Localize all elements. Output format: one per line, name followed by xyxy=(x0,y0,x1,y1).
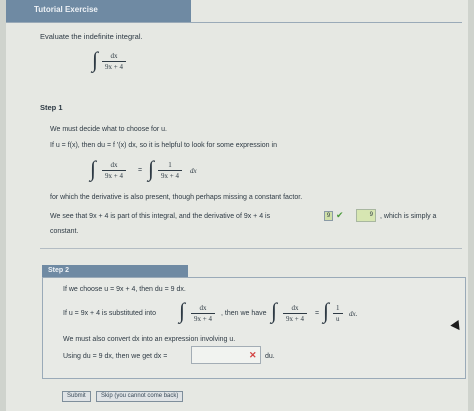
result-numerator-1: dx xyxy=(291,304,299,312)
result-denominator-1: 9x + 4 xyxy=(286,315,304,323)
step2-line4b: du. xyxy=(265,353,275,360)
integral-sign: ∫ xyxy=(148,156,155,181)
step2-line1: If we choose u = 9x + 4, then du = 9 dx. xyxy=(63,286,186,293)
sub-numerator: dx xyxy=(199,304,207,312)
tutorial-header: Tutorial Exercise xyxy=(6,0,191,22)
answer-box-2[interactable]: 9 xyxy=(356,209,376,222)
eq-equals: = xyxy=(138,167,143,174)
integral-sign: ∫ xyxy=(271,298,278,323)
eq-fraction-2: 1 9x + 4 xyxy=(158,161,182,180)
step2-panel: If we choose u = 9x + 4, then du = 9 dx.… xyxy=(42,277,466,379)
main-denominator: 9x + 4 xyxy=(105,63,123,71)
step1-line3: for which the derivative is also present… xyxy=(50,194,303,201)
step1-line2: If u = f(x), then du = f ′(x) dx, so it … xyxy=(50,142,277,149)
check-icon: ✔ xyxy=(336,210,344,220)
sub-denominator: 9x + 4 xyxy=(194,315,212,323)
step1-line5: constant. xyxy=(50,228,79,235)
eq-numerator-2: 1 xyxy=(168,161,172,169)
fraction-bar xyxy=(102,170,126,171)
step2-header: Step 2 xyxy=(42,265,188,277)
integral-sign: ∫ xyxy=(92,47,99,72)
eq-denominator-1: 9x + 4 xyxy=(105,172,123,180)
result-fraction-2: 1 u xyxy=(333,304,343,323)
result-tail: dx. xyxy=(349,310,358,318)
integral-sign: ∫ xyxy=(90,156,97,181)
section-divider xyxy=(40,248,462,249)
step1-line4a: We see that 9x + 4 is part of this integ… xyxy=(50,213,271,220)
step1-line4b: , which is simply a xyxy=(380,213,437,220)
result-numerator-2: 1 xyxy=(336,304,340,312)
step1-title: Step 1 xyxy=(40,103,63,112)
prompt-text: Evaluate the indefinite integral. xyxy=(40,32,143,41)
eq-denominator-2: 9x + 4 xyxy=(161,172,179,180)
integral-sign: ∫ xyxy=(179,298,186,323)
header-divider xyxy=(6,22,462,23)
eq-numerator-1: dx xyxy=(110,161,118,169)
main-fraction: dx 9x + 4 xyxy=(102,52,126,71)
tutorial-page: Tutorial Exercise Evaluate the indefinit… xyxy=(6,0,468,411)
result-equals: = xyxy=(315,310,320,317)
incorrect-x-icon: ✕ xyxy=(249,350,257,360)
step2-line4a: Using du = 9 dx, then we get dx = xyxy=(63,353,168,360)
answer-box-1[interactable]: 9 xyxy=(324,211,333,221)
step2-line2a: If u = 9x + 4 is substituted into xyxy=(63,310,156,317)
fraction-bar xyxy=(283,313,307,314)
integral-sign: ∫ xyxy=(323,298,330,323)
step2-line2b: , then we have xyxy=(221,310,267,317)
sub-fraction: dx 9x + 4 xyxy=(191,304,215,323)
fraction-bar xyxy=(191,313,215,314)
answer-2-value: 9 xyxy=(369,212,373,218)
eq-fraction-1: dx 9x + 4 xyxy=(102,161,126,180)
main-numerator: dx xyxy=(110,52,118,60)
submit-button[interactable]: Submit xyxy=(62,391,91,402)
result-fraction-1: dx 9x + 4 xyxy=(283,304,307,323)
fraction-bar xyxy=(158,170,182,171)
step2-line3: We must also convert dx into an expressi… xyxy=(63,336,236,343)
fraction-bar xyxy=(333,313,343,314)
skip-button[interactable]: Skip (you cannot come back) xyxy=(96,391,184,402)
step1-line1: We must decide what to choose for u. xyxy=(50,126,167,133)
eq-tail: dx xyxy=(190,167,197,175)
result-denominator-2: u xyxy=(336,315,340,323)
fraction-bar xyxy=(102,61,126,62)
